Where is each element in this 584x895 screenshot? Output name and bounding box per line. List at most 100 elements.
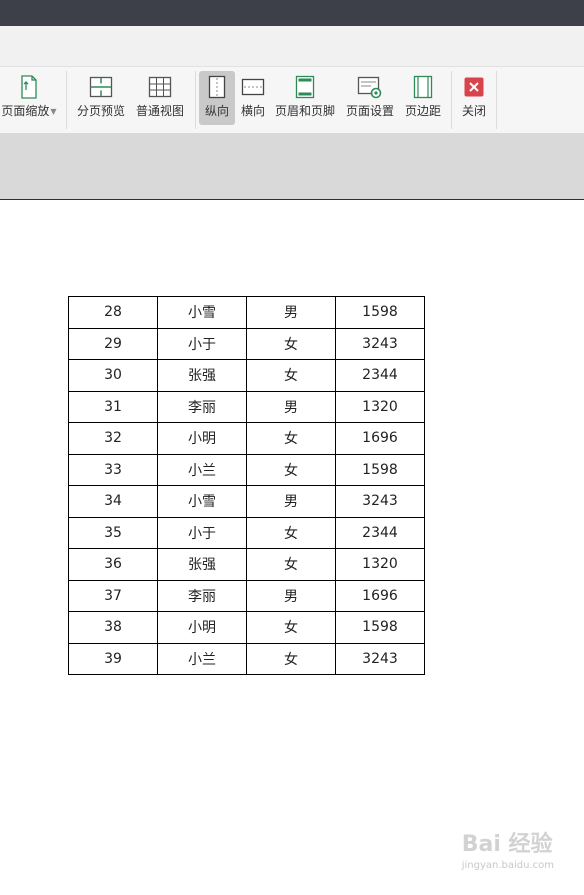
normal-view-label: 普通视图 (135, 104, 184, 118)
portrait-page-icon (208, 74, 226, 100)
preview-toolbar-background (0, 133, 584, 200)
page-break-preview-label: 分页预览 (76, 104, 125, 118)
table-cell-value: 1696 (335, 422, 425, 455)
table-cell-name: 小于 (157, 327, 247, 360)
table-row: 30 张强女 2344 (68, 359, 425, 392)
print-preview-page: 28 小雪男 1598 29 小于女 3243 30 张强女 2344 31 李丽男 1320 32 小明… (0, 200, 584, 895)
table-cell-gender: 男 (246, 296, 336, 329)
page-break-preview-icon (89, 74, 113, 100)
table-cell-value: 2344 (335, 359, 425, 392)
page-break-preview-button[interactable]: 分页预览 (74, 71, 128, 125)
page-zoom-label: 页面缩放 (1, 104, 50, 118)
table-cell-gender: 女 (246, 327, 336, 360)
header-footer-icon (295, 74, 315, 100)
table-row: 28 小雪男 1598 (68, 296, 425, 329)
margins-icon (413, 74, 433, 100)
table-cell-value: 1696 (335, 579, 425, 612)
table-row: 32 小明女 1696 (68, 422, 425, 455)
table-cell-id: 29 (68, 327, 158, 360)
data-table: 28 小雪男 1598 29 小于女 3243 30 张强女 2344 31 李丽男 1320 32 小明… (68, 296, 425, 675)
portrait-label: 纵向 (204, 104, 229, 118)
table-cell-gender: 女 (246, 359, 336, 392)
landscape-button[interactable]: 横向 (237, 71, 269, 125)
table-cell-gender: 男 (246, 390, 336, 423)
table-cell-value: 2344 (335, 516, 425, 549)
table-cell-name: 李丽 (157, 390, 247, 423)
baidu-watermark: Bai 经验 jingyan.baidu.com (462, 826, 554, 871)
tab-strip (0, 26, 584, 67)
table-cell-gender: 女 (246, 516, 336, 549)
margins-button[interactable]: 页边距 (402, 71, 444, 125)
table-cell-id: 37 (68, 579, 158, 612)
table-cell-id: 28 (68, 296, 158, 329)
table-row: 35 小于女 2344 (68, 516, 425, 549)
table-cell-gender: 女 (246, 548, 336, 581)
landscape-label: 横向 (240, 104, 265, 118)
table-row: 36 张强女 1320 (68, 548, 425, 581)
close-label: 关闭 (461, 104, 486, 118)
table-cell-id: 36 (68, 548, 158, 581)
header-footer-label: 页眉和页脚 (274, 104, 335, 118)
table-cell-id: 30 (68, 359, 158, 392)
table-cell-value: 3243 (335, 485, 425, 518)
normal-view-grid-icon (148, 74, 172, 100)
watermark-text: Bai 经验 (461, 832, 553, 857)
ribbon-separator (496, 71, 497, 129)
ribbon-separator (66, 71, 67, 129)
table-cell-name: 张强 (157, 548, 247, 581)
table-cell-id: 35 (68, 516, 158, 549)
table-cell-name: 小于 (157, 516, 247, 549)
ribbon-separator (451, 71, 452, 129)
close-icon (464, 74, 484, 100)
title-bar (0, 0, 584, 26)
table-cell-name: 小雪 (157, 296, 247, 329)
table-cell-name: 李丽 (157, 579, 247, 612)
table-cell-value: 3243 (335, 327, 425, 360)
table-cell-name: 小明 (157, 611, 247, 644)
table-cell-id: 38 (68, 611, 158, 644)
table-cell-value: 1320 (335, 390, 425, 423)
table-cell-value: 1598 (335, 453, 425, 486)
dropdown-caret-icon: ▼ (50, 106, 57, 116)
page-setup-gear-icon (357, 74, 383, 100)
table-cell-id: 34 (68, 485, 158, 518)
table-cell-value: 1320 (335, 548, 425, 581)
table-cell-gender: 男 (246, 485, 336, 518)
table-cell-gender: 女 (246, 453, 336, 486)
table-cell-gender: 女 (246, 642, 336, 675)
table-row: 34 小雪男 3243 (68, 485, 425, 518)
portrait-button[interactable]: 纵向 (199, 71, 235, 125)
table-cell-value: 1598 (335, 611, 425, 644)
table-cell-id: 32 (68, 422, 158, 455)
header-footer-button[interactable]: 页眉和页脚 (273, 71, 337, 125)
table-cell-name: 小明 (157, 422, 247, 455)
table-row: 29 小于女 3243 (68, 327, 425, 360)
page-zoom-icon (18, 74, 40, 100)
normal-view-button[interactable]: 普通视图 (132, 71, 188, 125)
table-cell-id: 31 (68, 390, 158, 423)
table-cell-id: 39 (68, 642, 158, 675)
table-cell-value: 1598 (335, 296, 425, 329)
page-setup-label: 页面设置 (345, 104, 394, 118)
print-preview-ribbon: 页面缩放▼ 分页预览 普通视图 纵向 横向 页眉和页脚 页面设置 页边距 关闭 (0, 67, 584, 133)
table-cell-name: 小雪 (157, 485, 247, 518)
page-setup-button[interactable]: 页面设置 (343, 71, 397, 125)
table-row: 39 小兰女 3243 (68, 642, 425, 675)
margins-label: 页边距 (404, 104, 441, 118)
table-body: 28 小雪男 1598 29 小于女 3243 30 张强女 2344 31 李丽男 1320 32 小明… (68, 296, 425, 675)
landscape-page-icon (241, 74, 265, 100)
watermark-url: jingyan.baidu.com (461, 860, 554, 871)
ribbon-separator (195, 71, 196, 129)
table-cell-gender: 女 (246, 611, 336, 644)
table-cell-name: 小兰 (157, 453, 247, 486)
table-cell-gender: 男 (246, 579, 336, 612)
table-cell-id: 33 (68, 453, 158, 486)
table-cell-value: 3243 (335, 642, 425, 675)
table-row: 37 李丽男 1696 (68, 579, 425, 612)
table-row: 33 小兰女 1598 (68, 453, 425, 486)
table-cell-gender: 女 (246, 422, 336, 455)
table-cell-name: 张强 (157, 359, 247, 392)
table-row: 31 李丽男 1320 (68, 390, 425, 423)
page-zoom-button[interactable]: 页面缩放▼ (0, 71, 60, 125)
close-button[interactable]: 关闭 (457, 71, 491, 125)
